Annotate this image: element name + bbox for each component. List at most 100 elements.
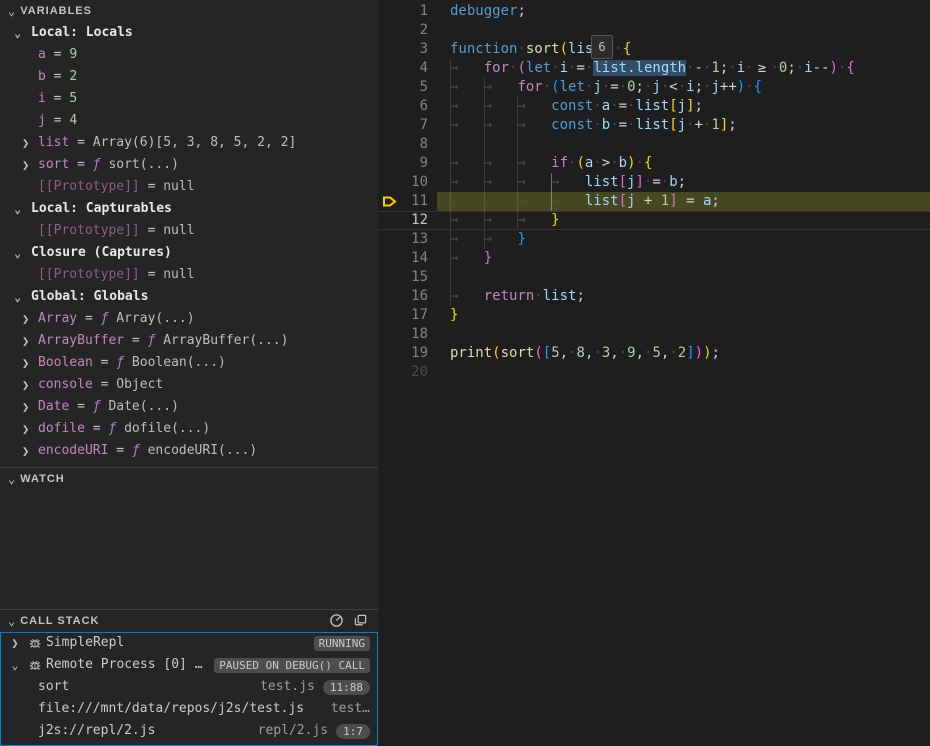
scope-row[interactable]: ⌄Closure (Captures) bbox=[0, 242, 378, 264]
code-line[interactable]: 4→ for·(let·i·=·list.length·-·1;·i·≥·0;·… bbox=[378, 59, 930, 78]
variable-row[interactable]: [[Prototype]] = null bbox=[0, 220, 378, 242]
code-line[interactable]: 2 bbox=[378, 21, 930, 40]
code-token: list bbox=[585, 174, 619, 190]
chevron-right-icon[interactable]: ❯ bbox=[22, 352, 29, 374]
line-number[interactable]: 7 bbox=[378, 116, 428, 135]
chevron-down-icon[interactable]: ⌄ bbox=[14, 198, 21, 220]
variable-name: encodeURI bbox=[38, 443, 108, 458]
code-line[interactable]: 18 bbox=[378, 325, 930, 344]
code-line[interactable]: 9→ → → if·(a·>·b)·{ bbox=[378, 154, 930, 173]
scope-row[interactable]: ⌄Local: Locals bbox=[0, 22, 378, 44]
line-number[interactable]: 12 bbox=[378, 211, 428, 230]
chevron-down-icon[interactable]: ⌄ bbox=[14, 242, 21, 264]
variable-row[interactable]: ❯ArrayBuffer = ƒ ArrayBuffer(...) bbox=[0, 330, 378, 352]
line-number[interactable]: 15 bbox=[378, 268, 428, 287]
line-number[interactable]: 2 bbox=[378, 21, 428, 40]
code-token: → bbox=[484, 79, 518, 95]
variable-row[interactable]: ❯dofile = ƒ dofile(...) bbox=[0, 418, 378, 440]
variable-row[interactable]: ❯sort = ƒ sort(...) bbox=[0, 154, 378, 176]
code-line[interactable]: 3function·sort(lis6·{ bbox=[378, 40, 930, 59]
code-line[interactable]: 5→ → for·(let·j·=·0;·j·<·i;·j++)·{ bbox=[378, 78, 930, 97]
variable-row[interactable]: ❯Boolean = ƒ Boolean(...) bbox=[0, 352, 378, 374]
chevron-down-icon[interactable]: ⌄ bbox=[8, 4, 16, 18]
stack-frame-row[interactable]: j2s://repl/2.jsrepl/2.js1:7 bbox=[0, 720, 378, 742]
code-line[interactable]: 7→ → → const·b·=·list[j·+·1]; bbox=[378, 116, 930, 135]
variable-row[interactable]: ❯console = Object bbox=[0, 374, 378, 396]
line-number[interactable]: 3 bbox=[378, 40, 428, 59]
code-line[interactable]: 6→ → → const·a·=·list[j]; bbox=[378, 97, 930, 116]
debugger-window: ⌄ VARIABLES ⌄Local: Localsa = 9b = 2i = … bbox=[0, 0, 930, 746]
chevron-right-icon[interactable]: ❯ bbox=[22, 132, 29, 154]
line-number[interactable]: 4 bbox=[378, 59, 428, 78]
code-token: → bbox=[450, 288, 484, 304]
chevron-right-icon[interactable]: ❯ bbox=[22, 154, 29, 176]
line-number[interactable]: 6 bbox=[378, 97, 428, 116]
variable-row[interactable]: i = 5 bbox=[0, 88, 378, 110]
stack-frame-row[interactable]: sorttest.js11:88 bbox=[0, 676, 378, 698]
debug-session-row[interactable]: ❯SimpleReplRUNNING bbox=[0, 632, 378, 654]
watch-pane-header[interactable]: ⌄ WATCH bbox=[0, 468, 378, 490]
chevron-right-icon[interactable]: ❯ bbox=[8, 632, 22, 654]
chevron-right-icon[interactable]: ❯ bbox=[22, 330, 29, 352]
code-line[interactable]: 10→ → → → list[j]·=·b; bbox=[378, 173, 930, 192]
code-line[interactable]: 16→ return·list; bbox=[378, 287, 930, 306]
debug-session-row[interactable]: ⌄Remote Process [0] …PAUSED ON DEBUG() C… bbox=[0, 654, 378, 676]
chevron-down-icon[interactable]: ⌄ bbox=[8, 472, 16, 486]
line-number[interactable]: 1 bbox=[378, 2, 428, 21]
variable-value: null bbox=[163, 267, 194, 282]
callstack-pane-header[interactable]: ⌄ CALL STACK bbox=[0, 610, 378, 632]
line-number[interactable]: 9 bbox=[378, 154, 428, 173]
code-token: ++ bbox=[720, 79, 737, 95]
code-line[interactable]: 15 bbox=[378, 268, 930, 287]
variable-row[interactable]: [[Prototype]] = null bbox=[0, 176, 378, 198]
chevron-down-icon[interactable]: ⌄ bbox=[8, 614, 16, 628]
code-line[interactable]: 20 bbox=[378, 363, 930, 382]
scope-row[interactable]: ⌄Global: Globals bbox=[0, 286, 378, 308]
variable-row[interactable]: ❯Array = ƒ Array(...) bbox=[0, 308, 378, 330]
variable-row[interactable]: j = 4 bbox=[0, 110, 378, 132]
copy-icon[interactable] bbox=[353, 613, 368, 628]
chevron-down-icon[interactable]: ⌄ bbox=[14, 22, 21, 44]
variable-name: [[Prototype]] bbox=[38, 179, 140, 194]
chevron-down-icon[interactable]: ⌄ bbox=[8, 654, 22, 676]
line-number[interactable]: 8 bbox=[378, 135, 428, 154]
variable-row[interactable]: ❯encodeURI = ƒ encodeURI(...) bbox=[0, 440, 378, 462]
line-number[interactable]: 18 bbox=[378, 325, 428, 344]
chevron-right-icon[interactable]: ❯ bbox=[22, 418, 29, 440]
code-line[interactable]: 1debugger; bbox=[378, 2, 930, 21]
scope-row[interactable]: ⌄Local: Capturables bbox=[0, 198, 378, 220]
line-number[interactable]: 17 bbox=[378, 306, 428, 325]
code-token: list bbox=[585, 193, 619, 209]
function-glyph: ƒ bbox=[132, 443, 140, 458]
chevron-down-icon[interactable]: ⌄ bbox=[14, 286, 21, 308]
line-number[interactable]: 20 bbox=[378, 363, 428, 382]
variable-row[interactable]: [[Prototype]] = null bbox=[0, 264, 378, 286]
clock-slash-icon[interactable] bbox=[329, 613, 344, 628]
line-number[interactable]: 16 bbox=[378, 287, 428, 306]
variable-row[interactable]: b = 2 bbox=[0, 66, 378, 88]
line-number[interactable]: 5 bbox=[378, 78, 428, 97]
chevron-right-icon[interactable]: ❯ bbox=[22, 374, 29, 396]
chevron-right-icon[interactable]: ❯ bbox=[22, 440, 29, 462]
code-line[interactable]: 11→ → → → list[j·+·1]·=·a; bbox=[378, 192, 930, 211]
line-number[interactable]: 14 bbox=[378, 249, 428, 268]
code-editor[interactable]: 1debugger;23function·sort(lis6·{4→ for·(… bbox=[378, 0, 930, 746]
code-line[interactable]: 13→ → } bbox=[378, 230, 930, 249]
variable-row[interactable]: ❯list = Array(6)[5, 3, 8, 5, 2, 2] bbox=[0, 132, 378, 154]
code-line[interactable]: 12→ → → } bbox=[378, 211, 930, 230]
code-token: 1 bbox=[711, 117, 719, 133]
variable-row[interactable]: ❯Date = ƒ Date(...) bbox=[0, 396, 378, 418]
code-line[interactable]: 8 bbox=[378, 135, 930, 154]
chevron-right-icon[interactable]: ❯ bbox=[22, 308, 29, 330]
code-token: i bbox=[737, 60, 745, 76]
line-number[interactable]: 10 bbox=[378, 173, 428, 192]
code-line[interactable]: 14→ } bbox=[378, 249, 930, 268]
variable-row[interactable]: a = 9 bbox=[0, 44, 378, 66]
variables-pane-header[interactable]: ⌄ VARIABLES bbox=[0, 0, 378, 22]
line-number[interactable]: 19 bbox=[378, 344, 428, 363]
code-line[interactable]: 17} bbox=[378, 306, 930, 325]
stack-frame-row[interactable]: file:///mnt/data/repos/j2s/test.jstest… bbox=[0, 698, 378, 720]
chevron-right-icon[interactable]: ❯ bbox=[22, 396, 29, 418]
line-number[interactable]: 13 bbox=[378, 230, 428, 249]
code-line[interactable]: 19print(sort([5,·8,·3,·9,·5,·2])); bbox=[378, 344, 930, 363]
